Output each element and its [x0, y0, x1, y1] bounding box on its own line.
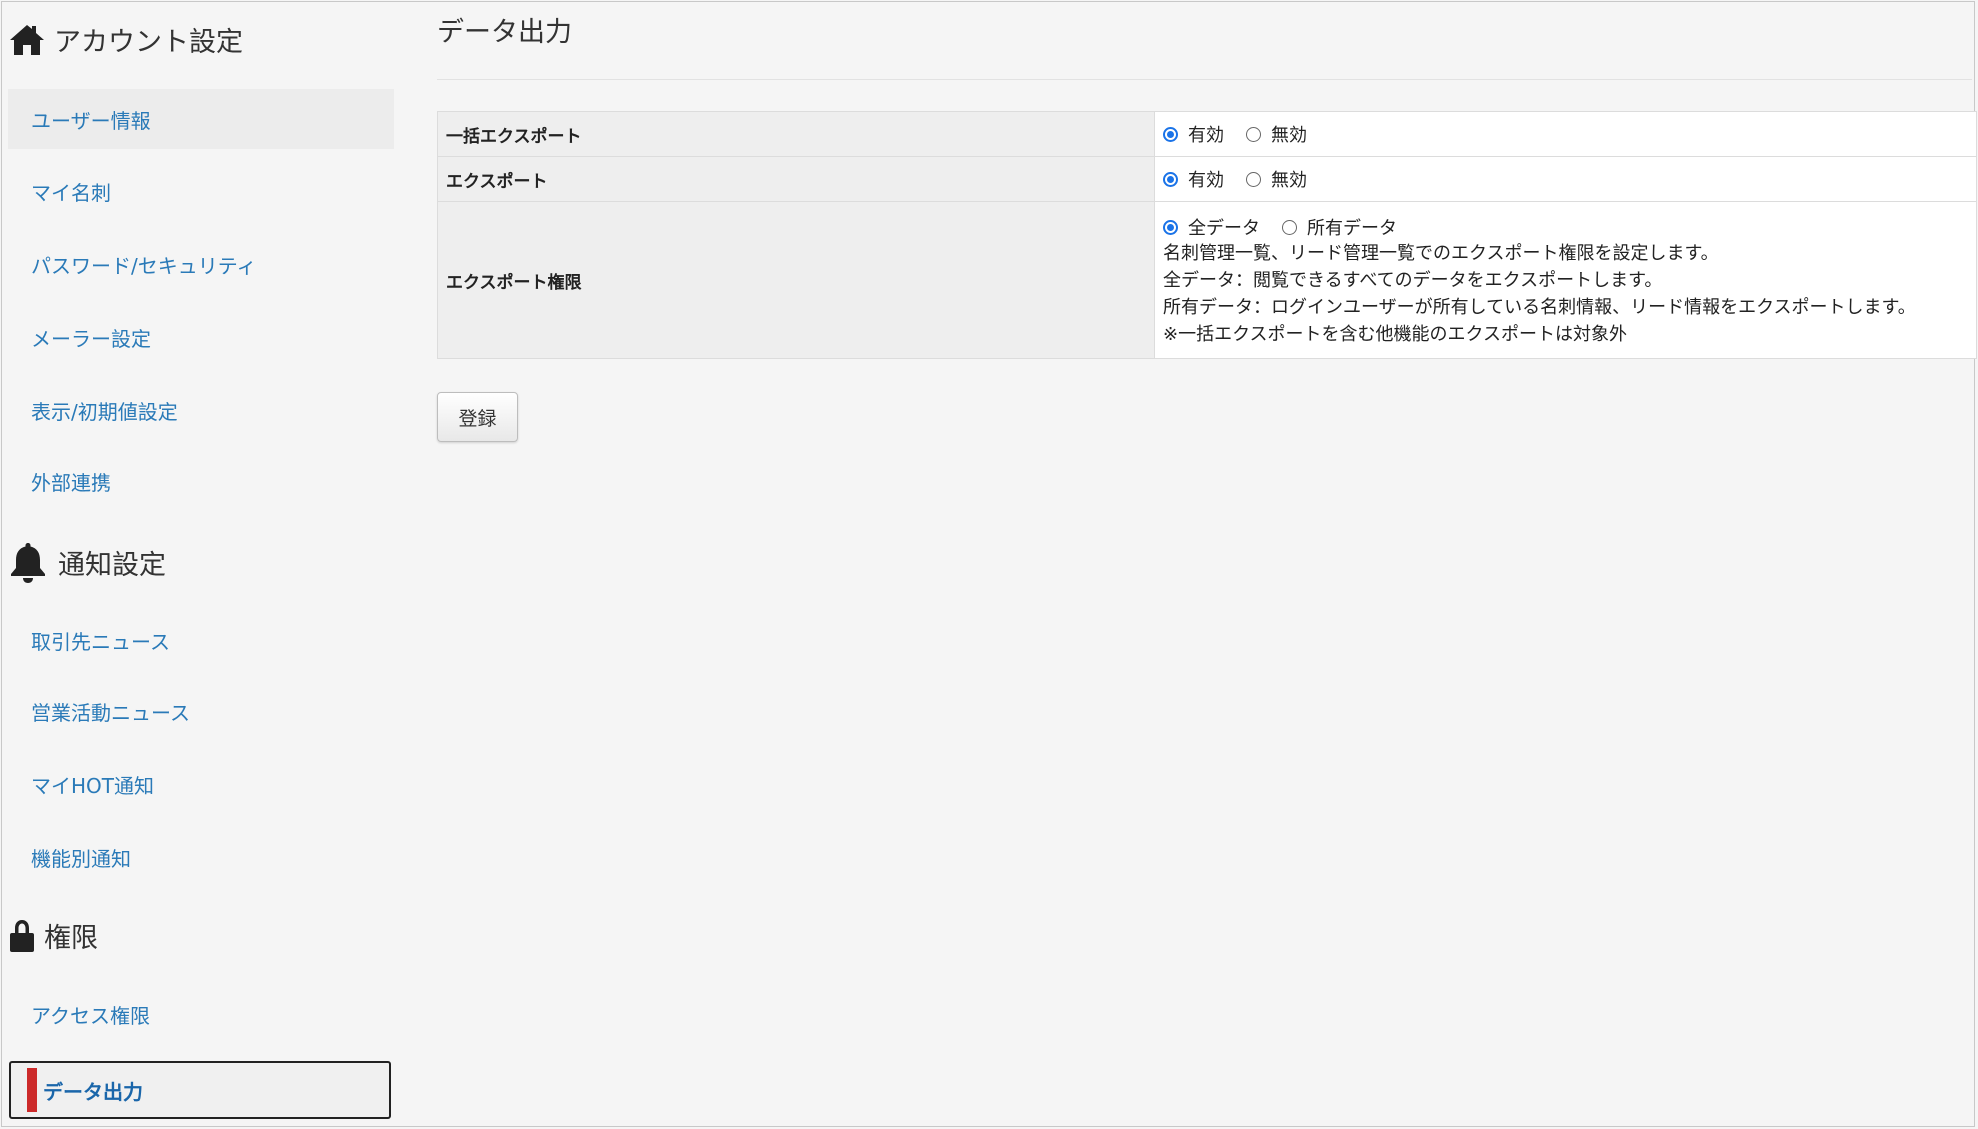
bell-icon [8, 540, 48, 584]
description-line: 全データ：閲覧できるすべてのデータをエクスポートします。 [1163, 270, 1663, 291]
sidebar-item-client-news[interactable]: 取引先ニュース [8, 610, 394, 670]
owned-data-radio[interactable]: 所有データ [1282, 214, 1397, 240]
bulk-export-enabled-radio[interactable]: 有効 [1163, 121, 1224, 147]
all-data-radio[interactable]: 全データ [1163, 214, 1260, 240]
table-row-export-permission: エクスポート権限 全データ 所有データ 名刺管理一覧、リード管理一覧でのエクスポ… [437, 201, 1977, 359]
sidebar-item-display-defaults[interactable]: 表示/初期値設定 [8, 380, 394, 440]
sidebar-item-sales-news[interactable]: 営業活動ニュース [8, 681, 394, 741]
sidebar-item-data-export[interactable]: データ出力 [9, 1061, 391, 1119]
home-icon [8, 23, 46, 57]
sidebar-item-user-info[interactable]: ユーザー情報 [8, 89, 394, 149]
export-enabled-radio[interactable]: 有効 [1163, 166, 1224, 192]
sidebar: アカウント設定 ユーザー情報 マイ名刺 パスワード/セキュリティ メーラー設定 … [8, 0, 394, 1129]
row-value: 有効 無効 [1154, 156, 1977, 202]
row-label: 一括エクスポート [437, 111, 1155, 157]
description-line: 所有データ：ログインユーザーが所有している名刺情報、リード情報をエクスポートしま… [1163, 297, 1916, 318]
sidebar-item-access-permission[interactable]: アクセス権限 [8, 984, 394, 1044]
register-button[interactable]: 登録 [437, 392, 518, 442]
table-row-bulk-export: 一括エクスポート 有効 無効 [437, 111, 1977, 157]
page-title: データ出力 [437, 17, 572, 48]
bulk-export-radio-group: 有効 無効 [1163, 121, 1968, 147]
title-divider [437, 79, 1972, 80]
sidebar-item-my-hot-notification[interactable]: マイHOT通知 [8, 754, 394, 814]
row-label: エクスポート [437, 156, 1155, 202]
description-line: ※一括エクスポートを含む他機能のエクスポートは対象外 [1163, 324, 1627, 345]
section-heading-account: アカウント設定 [8, 20, 243, 59]
section-heading-notifications: 通知設定 [8, 540, 166, 584]
sidebar-item-my-card[interactable]: マイ名刺 [8, 161, 394, 221]
sidebar-item-feature-notification[interactable]: 機能別通知 [8, 827, 394, 887]
sidebar-item-mailer-settings[interactable]: メーラー設定 [8, 307, 394, 367]
bulk-export-disabled-radio[interactable]: 無効 [1246, 121, 1307, 147]
section-heading-permissions: 権限 [8, 916, 98, 955]
export-disabled-radio[interactable]: 無効 [1246, 166, 1307, 192]
export-radio-group: 有効 無効 [1163, 166, 1968, 192]
row-label: エクスポート権限 [437, 201, 1155, 359]
table-row-export: エクスポート 有効 無効 [437, 156, 1977, 202]
sidebar-item-external-integration[interactable]: 外部連携 [8, 451, 394, 511]
active-marker [27, 1068, 37, 1112]
row-value: 全データ 所有データ 名刺管理一覧、リード管理一覧でのエクスポート権限を設定しま… [1154, 201, 1977, 359]
sidebar-item-password-security[interactable]: パスワード/セキュリティ [8, 234, 394, 294]
settings-table: 一括エクスポート 有効 無効 エクスポート 有効 無効 エクスポート権限 全デー… [437, 111, 1977, 359]
lock-icon [8, 918, 36, 954]
row-value: 有効 無効 [1154, 111, 1977, 157]
description-line: 名刺管理一覧、リード管理一覧でのエクスポート権限を設定します。 [1163, 243, 1719, 264]
export-permission-radio-group: 全データ 所有データ [1163, 214, 1968, 240]
